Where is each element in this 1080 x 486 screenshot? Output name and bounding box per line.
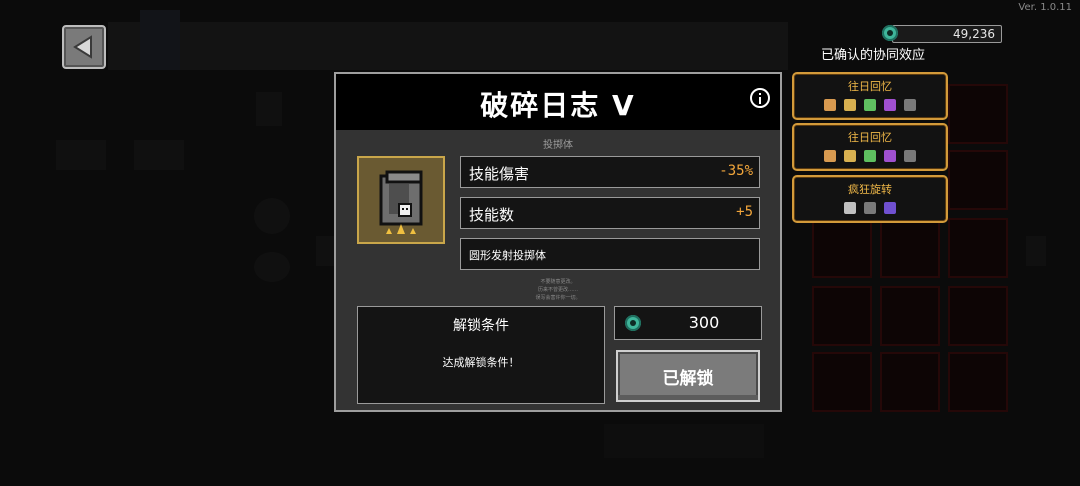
currency-bar: 49,236 [892, 25, 1002, 43]
item-detail-modal: 破碎日志 V 投掷体 技能傷害 -35% 技能数 +5 圆形发射投掷体 不要随意… [334, 72, 782, 412]
flavor-line: 不要随意更改。 [540, 279, 576, 285]
weapon-icon [824, 150, 836, 162]
synergy-card-icons [794, 99, 946, 111]
item-portrait [357, 156, 445, 244]
weapon-icon [904, 99, 916, 111]
weapon-icon [824, 99, 836, 111]
cost-value: 300 [688, 313, 720, 332]
unlocked-button[interactable]: 已解锁 [616, 350, 760, 402]
broken-journal-icon [379, 170, 423, 234]
weapon-icon [844, 99, 856, 111]
stat-row-skill-count: 技能数 +5 [460, 197, 760, 229]
unlock-cost: 300 [614, 306, 762, 340]
version-label: Ver. 1.0.11 [1018, 2, 1072, 13]
weapon-icon [884, 99, 896, 111]
unlock-condition-box: 解锁条件 达成解锁条件！ [357, 306, 605, 404]
item-description: 圆形发射投掷体 [469, 249, 546, 262]
info-icon[interactable] [750, 88, 770, 108]
back-arrow-icon [73, 35, 92, 59]
unlocked-label: 已解锁 [662, 369, 714, 389]
synergy-card-name: 往日回忆 [848, 80, 892, 93]
stat-label: 技能数 [469, 206, 515, 224]
weapon-icon [844, 202, 856, 214]
synergy-card-name: 疯狂旋转 [848, 183, 892, 196]
item-title: 破碎日志 V [480, 89, 636, 122]
stat-value: -35% [719, 163, 753, 179]
synergy-card[interactable]: 疯狂旋转 [792, 175, 948, 223]
synergy-title: 已确认的协同效应 [820, 48, 925, 63]
item-type: 投掷体 [543, 140, 573, 151]
stat-value: +5 [736, 204, 753, 220]
weapon-icon [864, 202, 876, 214]
synergy-card-icons [794, 202, 946, 214]
gem-icon [882, 25, 898, 41]
weapon-icon [864, 150, 876, 162]
synergy-card-icons [794, 150, 946, 162]
flavor-line: 历来不曾更改…… [537, 287, 578, 293]
synergy-card[interactable]: 往日回忆 [792, 123, 948, 171]
weapon-icon [904, 150, 916, 162]
synergy-card-name: 往日回忆 [848, 131, 892, 144]
item-description-box: 圆形发射投掷体 [460, 238, 760, 270]
weapon-icon [884, 150, 896, 162]
flavor-line: 误写会害许你一切。 [535, 295, 581, 301]
synergy-card[interactable]: 往日回忆 [792, 72, 948, 120]
back-button[interactable] [62, 25, 106, 69]
weapon-icon [884, 202, 896, 214]
unlock-title: 解锁条件 [453, 318, 509, 334]
stat-row-skill-damage: 技能傷害 -35% [460, 156, 760, 188]
stat-label: 技能傷害 [469, 165, 530, 183]
modal-header: 破碎日志 V [336, 74, 780, 130]
currency-display: 49,236 [878, 24, 1004, 43]
currency-amount: 49,236 [953, 27, 995, 41]
unlock-condition: 达成解锁条件！ [442, 356, 520, 369]
weapon-icon [864, 99, 876, 111]
weapon-icon [844, 150, 856, 162]
